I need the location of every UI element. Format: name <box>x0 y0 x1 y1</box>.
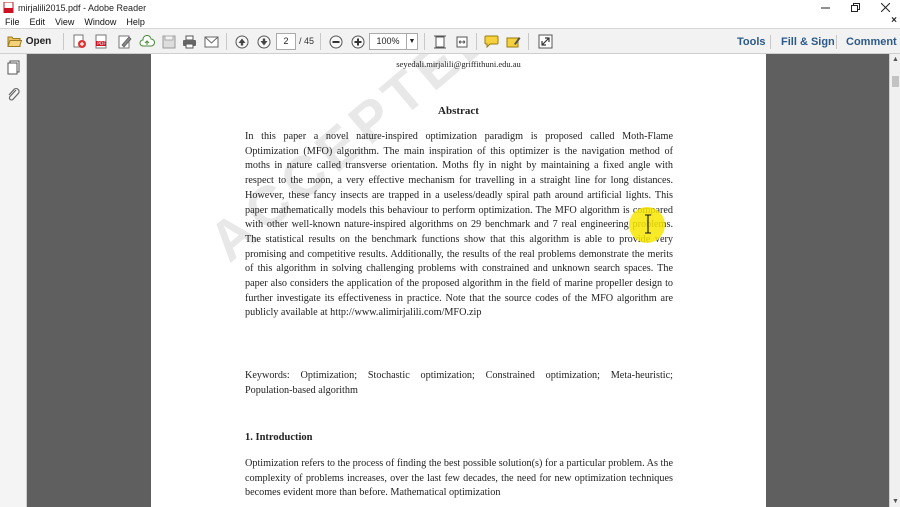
menu-file[interactable]: File <box>0 17 25 27</box>
toolbar: Open PDF 2 / 45 100% ▼ Tools Fill & Sign… <box>0 28 900 54</box>
abstract-heading: Abstract <box>438 105 479 117</box>
zoom-value: 100% <box>376 36 400 46</box>
pdf-app-icon <box>3 2 14 13</box>
highlight-icon[interactable] <box>504 32 523 51</box>
page-total: / 45 <box>299 36 315 46</box>
author-email: seyedali.mirjalili@griffithuni.edu.au <box>396 59 521 69</box>
save-icon[interactable] <box>159 32 178 51</box>
introduction-heading: 1. Introduction <box>245 432 313 443</box>
window-title: mirjalili2015.pdf - Adobe Reader <box>18 2 147 13</box>
zoom-in-icon[interactable] <box>348 32 367 51</box>
create-pdf-icon[interactable] <box>70 32 89 51</box>
keywords: Keywords: Optimization; Stochastic optim… <box>245 370 673 396</box>
page-thumbnails-icon[interactable] <box>6 60 21 75</box>
menu-bar: File Edit View Window Help × <box>0 15 900 28</box>
export-pdf-icon[interactable]: PDF <box>92 32 111 51</box>
restore-icon[interactable] <box>840 0 870 15</box>
print-icon[interactable] <box>180 32 199 51</box>
scroll-up-icon[interactable]: ▲ <box>890 54 900 65</box>
document-viewport[interactable]: ACCEPTED MANUSCRIPT seyedali.mirjalili@g… <box>27 54 889 507</box>
menu-view[interactable]: View <box>50 17 79 27</box>
cloud-upload-icon[interactable] <box>137 32 156 51</box>
email-icon[interactable] <box>202 32 221 51</box>
fill-sign-link[interactable]: Fill & Sign <box>781 29 835 55</box>
vertical-scrollbar[interactable]: ▲ ▼ <box>889 54 900 507</box>
page-number-input[interactable]: 2 <box>276 33 296 50</box>
minimize-icon[interactable] <box>810 0 840 15</box>
chevron-down-icon[interactable]: ▼ <box>406 34 417 49</box>
tools-link[interactable]: Tools <box>737 29 766 55</box>
scroll-down-icon[interactable]: ▼ <box>890 496 900 507</box>
open-label: Open <box>25 36 52 47</box>
abstract-body: In this paper a novel nature-inspired op… <box>245 131 673 319</box>
open-button[interactable]: Open <box>3 32 55 51</box>
previous-page-icon[interactable] <box>232 32 251 51</box>
fit-page-icon[interactable] <box>430 32 449 51</box>
folder-icon <box>7 35 22 48</box>
attachments-icon[interactable] <box>6 87 21 102</box>
edit-pdf-icon[interactable] <box>115 32 134 51</box>
menu-help[interactable]: Help <box>121 17 150 27</box>
next-page-icon[interactable] <box>254 32 273 51</box>
zoom-out-icon[interactable] <box>326 32 345 51</box>
comment-link[interactable]: Comment <box>846 29 897 55</box>
expand-icon[interactable] <box>535 32 555 51</box>
pdf-page: ACCEPTED MANUSCRIPT seyedali.mirjalili@g… <box>151 54 766 507</box>
menu-window[interactable]: Window <box>79 17 121 27</box>
introduction-body: Optimization refers to the process of fi… <box>245 458 673 499</box>
menu-edit[interactable]: Edit <box>25 17 51 27</box>
close-icon[interactable] <box>870 0 900 15</box>
text-cursor-icon <box>644 214 652 234</box>
fit-width-icon[interactable] <box>452 32 471 51</box>
sticky-note-icon[interactable] <box>482 32 501 51</box>
zoom-select[interactable]: 100% ▼ <box>369 33 418 50</box>
title-bar: mirjalili2015.pdf - Adobe Reader <box>0 0 900 15</box>
scroll-thumb[interactable] <box>892 76 899 87</box>
close-document-button[interactable]: × <box>891 15 897 26</box>
svg-text:PDF: PDF <box>97 41 106 47</box>
navigation-pane <box>0 54 27 507</box>
